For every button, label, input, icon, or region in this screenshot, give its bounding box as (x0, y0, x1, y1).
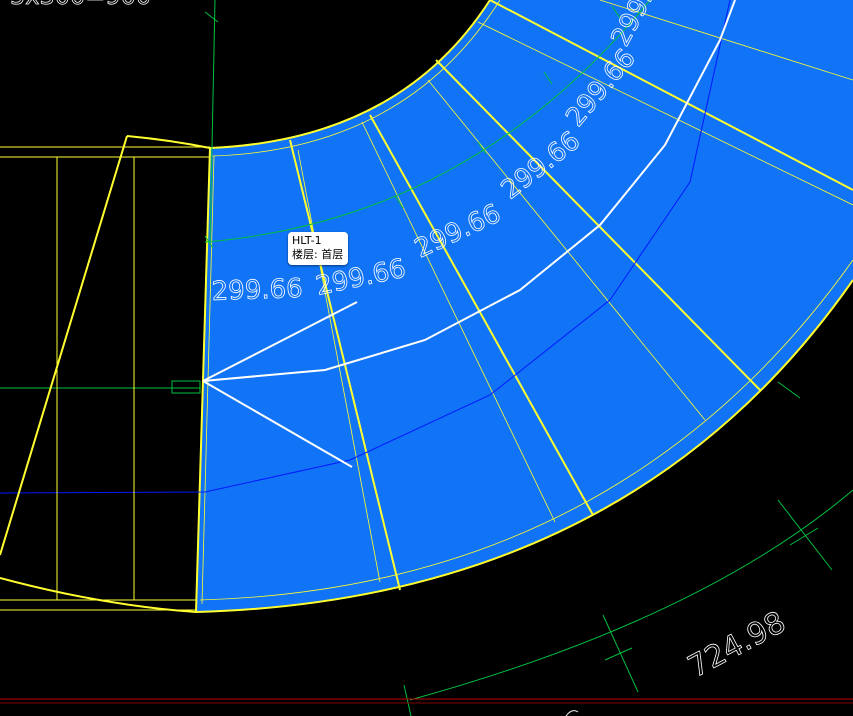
tooltip-floor-row: 楼层: 首层 (292, 248, 343, 262)
tooltip-entity-name: HLT-1 (292, 234, 322, 247)
arrow-root-marker (171, 380, 201, 394)
tooltip-floor-label: 楼层: (292, 248, 318, 261)
entity-tooltip: HLT-1 楼层: 首层 (288, 232, 349, 265)
outer-arc-dimension-text: 724.98 (682, 605, 791, 685)
stair-slab-fill[interactable] (196, 0, 853, 612)
partial-bottom-glyph (565, 710, 579, 716)
arc-dimension-label: 299.66 (211, 274, 303, 307)
left-landing-lines (0, 135, 211, 613)
tooltip-floor-value: 首层 (321, 248, 344, 261)
top-green-tick (204, 11, 219, 23)
top-left-dimension-text: 5x300=900 (10, 0, 151, 10)
cad-drawing-canvas[interactable]: 5x300=900 299.66 299.66 299.66 299.66 29… (0, 0, 853, 716)
